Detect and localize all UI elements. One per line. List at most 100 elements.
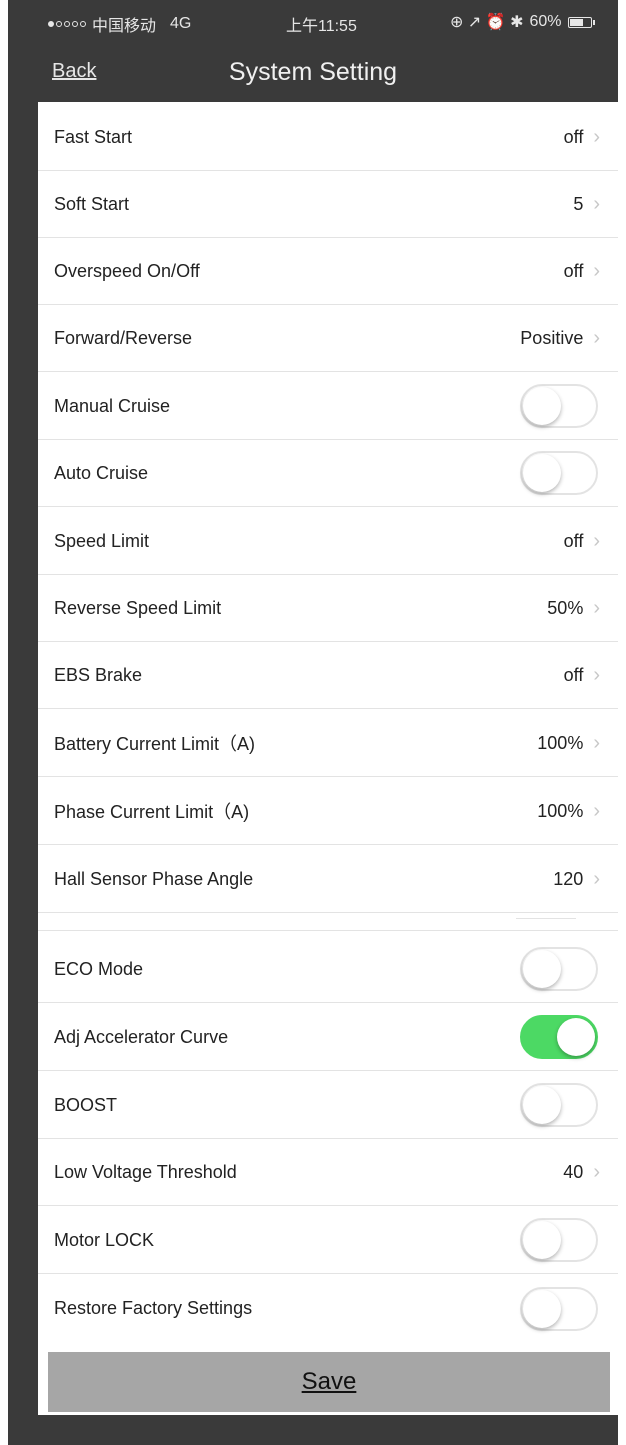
chevron-right-icon: › — [593, 193, 600, 215]
manual-cruise-toggle[interactable] — [520, 384, 598, 428]
network-type: 4G — [170, 15, 192, 32]
save-button[interactable]: Save — [48, 1352, 610, 1412]
setting-manual-cruise: Manual Cruise — [38, 373, 618, 440]
boost-toggle[interactable] — [520, 1083, 598, 1127]
setting-low-voltage-threshold[interactable]: Low Voltage Threshold 40 › — [38, 1139, 618, 1206]
adj-accelerator-curve-toggle[interactable] — [520, 1015, 598, 1059]
setting-reverse-speed-limit[interactable]: Reverse Speed Limit 50% › — [38, 575, 618, 642]
setting-label: Motor LOCK — [54, 1229, 155, 1250]
status-bar-left: 中国移动 4G — [48, 12, 191, 36]
setting-value-group: 40 › — [563, 1162, 600, 1183]
chevron-right-icon: › — [593, 1161, 600, 1183]
setting-value: Positive — [520, 327, 584, 348]
toggle-knob — [523, 1289, 561, 1328]
status-time: 上午11:55 — [286, 18, 357, 35]
setting-value-group: off › — [564, 127, 600, 148]
setting-value: off — [563, 126, 584, 147]
toggle-knob — [523, 950, 561, 988]
setting-battery-current-limit[interactable]: Battery Current Limit（A) 100% › — [38, 710, 618, 777]
toggle-knob — [557, 1018, 595, 1056]
setting-label: Fast Start — [54, 126, 133, 147]
setting-label: EBS Brake — [54, 664, 143, 685]
setting-restore-factory-settings: Restore Factory Settings — [38, 1275, 618, 1342]
setting-value: 120 — [553, 868, 584, 889]
setting-label: Battery Current Limit（A) — [54, 734, 256, 754]
restore-factory-settings-toggle[interactable] — [520, 1286, 598, 1331]
setting-value-group: off › — [564, 665, 600, 686]
setting-label: Hall Sensor Phase Angle — [54, 868, 254, 889]
setting-value-group: off › — [564, 261, 600, 282]
setting-label: Phase Current Limit（A) — [54, 802, 250, 822]
setting-value-group: 5 › — [573, 194, 600, 215]
setting-label: Restore Factory Settings — [54, 1298, 253, 1318]
setting-hall-sensor-phase-angle[interactable]: Hall Sensor Phase Angle 120 › — [38, 846, 618, 913]
setting-forward-reverse[interactable]: Forward/Reverse Positive › — [38, 305, 618, 372]
setting-label: Auto Cruise — [54, 462, 149, 483]
setting-value: 50% — [547, 597, 584, 618]
chevron-right-icon: › — [593, 260, 600, 282]
setting-value-group: 50% › — [547, 598, 600, 619]
status-bar-right: ⊕ ↗ ⏰ ✱ 60% — [450, 12, 595, 32]
setting-motor-lock: Motor LOCK — [38, 1207, 618, 1274]
status-bar: 中国移动 4G 上午11:55 ⊕ ↗ ⏰ ✱ 60% — [8, 0, 618, 46]
setting-value: 100% — [537, 732, 584, 753]
setting-label: Forward/Reverse — [54, 327, 193, 348]
battery-icon — [567, 16, 595, 28]
setting-value: off — [563, 260, 584, 281]
chevron-right-icon: › — [593, 126, 600, 148]
setting-fast-start[interactable]: Fast Start off › — [38, 104, 618, 171]
nav-bar: System Setting Back — [8, 46, 618, 102]
setting-label: Soft Start — [54, 193, 130, 214]
signal-strength-icon — [48, 21, 86, 27]
setting-value: off — [563, 664, 584, 685]
setting-overspeed[interactable]: Overspeed On/Off off › — [38, 238, 618, 305]
setting-speed-limit[interactable]: Speed Limit off › — [38, 508, 618, 575]
setting-soft-start[interactable]: Soft Start 5 › — [38, 171, 618, 238]
setting-value-group: 100% › — [537, 733, 600, 754]
toggle-knob — [523, 1086, 561, 1124]
back-button[interactable]: Back — [52, 60, 96, 83]
setting-label: Speed Limit — [54, 530, 150, 551]
toggle-knob — [523, 387, 561, 425]
motor-lock-toggle[interactable] — [520, 1218, 598, 1262]
setting-label: Overspeed On/Off — [54, 260, 200, 281]
setting-label: ECO Mode — [54, 958, 144, 979]
section-divider — [38, 913, 618, 931]
chevron-right-icon: › — [593, 868, 600, 890]
app-frame: 中国移动 4G 上午11:55 ⊕ ↗ ⏰ ✱ 60% System Setti… — [8, 0, 618, 1445]
setting-value-group: 100% › — [537, 801, 600, 822]
setting-eco-mode: ECO Mode — [38, 936, 618, 1003]
chevron-right-icon: › — [593, 800, 600, 822]
chevron-right-icon: › — [593, 530, 600, 552]
carrier-name: 中国移动 — [92, 18, 157, 35]
setting-value: 5 — [573, 193, 584, 214]
chevron-right-icon: › — [593, 732, 600, 754]
setting-label: Manual Cruise — [54, 395, 171, 416]
setting-value: 40 — [563, 1161, 584, 1182]
divider-line — [516, 918, 576, 919]
eco-mode-toggle[interactable] — [520, 947, 598, 991]
setting-auto-cruise: Auto Cruise — [38, 440, 618, 507]
setting-value: 100% — [537, 800, 584, 821]
settings-list: Fast Start off › Soft Start 5 › Overspee… — [38, 102, 618, 1415]
setting-boost: BOOST — [38, 1072, 618, 1139]
status-icons: ⊕ ↗ ⏰ ✱ — [450, 14, 524, 31]
setting-label: Reverse Speed Limit — [54, 597, 222, 618]
setting-label: BOOST — [54, 1094, 118, 1115]
toggle-knob — [523, 1221, 561, 1259]
setting-label: Adj Accelerator Curve — [54, 1026, 229, 1047]
chevron-right-icon: › — [593, 597, 600, 619]
chevron-right-icon: › — [593, 327, 600, 349]
setting-phase-current-limit[interactable]: Phase Current Limit（A) 100% › — [38, 778, 618, 845]
setting-label: Low Voltage Threshold — [54, 1161, 237, 1182]
chevron-right-icon: › — [593, 664, 600, 686]
setting-value: off — [563, 530, 584, 551]
battery-percent: 60% — [529, 13, 562, 30]
toggle-knob — [523, 454, 561, 492]
auto-cruise-toggle[interactable] — [520, 451, 598, 495]
setting-value-group: off › — [564, 531, 600, 552]
page-title: System Setting — [228, 58, 398, 86]
setting-value-group: 120 › — [553, 869, 600, 890]
setting-ebs-brake[interactable]: EBS Brake off › — [38, 642, 618, 709]
setting-value-group: Positive › — [520, 328, 600, 349]
